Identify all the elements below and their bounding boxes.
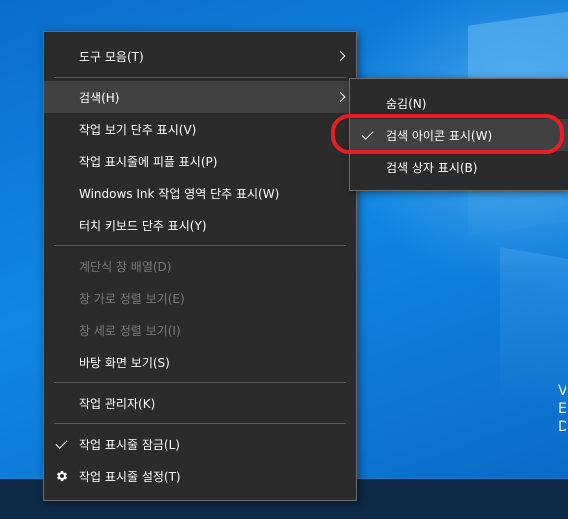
menu-item-task-view-button[interactable]: 작업 보기 단추 표시(V) [44,113,356,145]
menu-item-label: 창 가로 정렬 보기(E) [79,291,185,306]
gear-icon [56,470,68,482]
search-submenu: 숨김(N) 검색 아이콘 표시(W) 검색 상자 표시(B) [349,78,568,191]
menu-item-touch-keyboard-button[interactable]: 터치 키보드 단추 표시(Y) [44,209,356,241]
menu-item-label: 작업 관리자(K) [79,396,156,411]
menu-item-show-windows-stacked: 창 가로 정렬 보기(E) [44,282,356,314]
menu-item-lock-taskbar[interactable]: 작업 표시줄 잠금(L) [44,428,356,460]
menu-item-label: 숨김(N) [386,96,427,111]
menu-item-show-desktop[interactable]: 바탕 화면 보기(S) [44,346,356,378]
menu-item-search[interactable]: 검색(H) [44,81,356,113]
menu-item-cascade-windows: 계단식 창 배열(D) [44,250,356,282]
menu-item-label: 바탕 화면 보기(S) [79,355,170,370]
menu-item-toolbars[interactable]: 도구 모음(T) [44,40,356,72]
menu-item-windows-ink-button[interactable]: Windows Ink 작업 영역 단추 표시(W) [44,177,356,209]
submenu-item-show-search-icon[interactable]: 검색 아이콘 표시(W) [350,119,568,151]
submenu-item-hidden[interactable]: 숨김(N) [350,87,568,119]
menu-item-label: Windows Ink 작업 영역 단추 표시(W) [79,186,280,201]
menu-item-label: 작업 보기 단추 표시(V) [79,122,197,137]
menu-separator [54,245,346,246]
checkmark-icon [361,127,374,140]
menu-item-label: 작업 표시줄 설정(T) [79,469,181,484]
menu-item-label: 터치 키보드 단추 표시(Y) [79,218,207,233]
menu-item-people-on-taskbar[interactable]: 작업 표시줄에 피플 표시(P) [44,145,356,177]
menu-separator [54,382,346,383]
menu-item-label: 검색(H) [79,90,120,105]
menu-item-label: 검색 아이콘 표시(W) [386,128,493,143]
menu-item-label: 계단식 창 배열(D) [79,259,172,274]
menu-item-label: 창 세로 정렬 보기(I) [79,323,181,338]
chevron-right-icon [335,92,346,102]
checkmark-icon [55,436,68,449]
chevron-right-icon [335,51,346,61]
menu-separator [54,77,346,78]
menu-item-task-manager[interactable]: 작업 관리자(K) [44,387,356,419]
taskbar-context-menu: 도구 모음(T) 검색(H) 작업 보기 단추 표시(V) 작업 표시줄에 피플… [43,31,357,501]
menu-item-show-windows-side-by-side: 창 세로 정렬 보기(I) [44,314,356,346]
desktop-edge-text: VED [558,383,566,435]
submenu-item-show-search-box[interactable]: 검색 상자 표시(B) [350,151,568,183]
menu-separator [54,423,346,424]
menu-item-label: 도구 모음(T) [79,49,144,64]
menu-item-label: 검색 상자 표시(B) [386,160,478,175]
menu-item-label: 작업 표시줄에 피플 표시(P) [79,154,218,169]
menu-item-taskbar-settings[interactable]: 작업 표시줄 설정(T) [44,460,356,492]
menu-item-label: 작업 표시줄 잠금(L) [79,437,180,452]
